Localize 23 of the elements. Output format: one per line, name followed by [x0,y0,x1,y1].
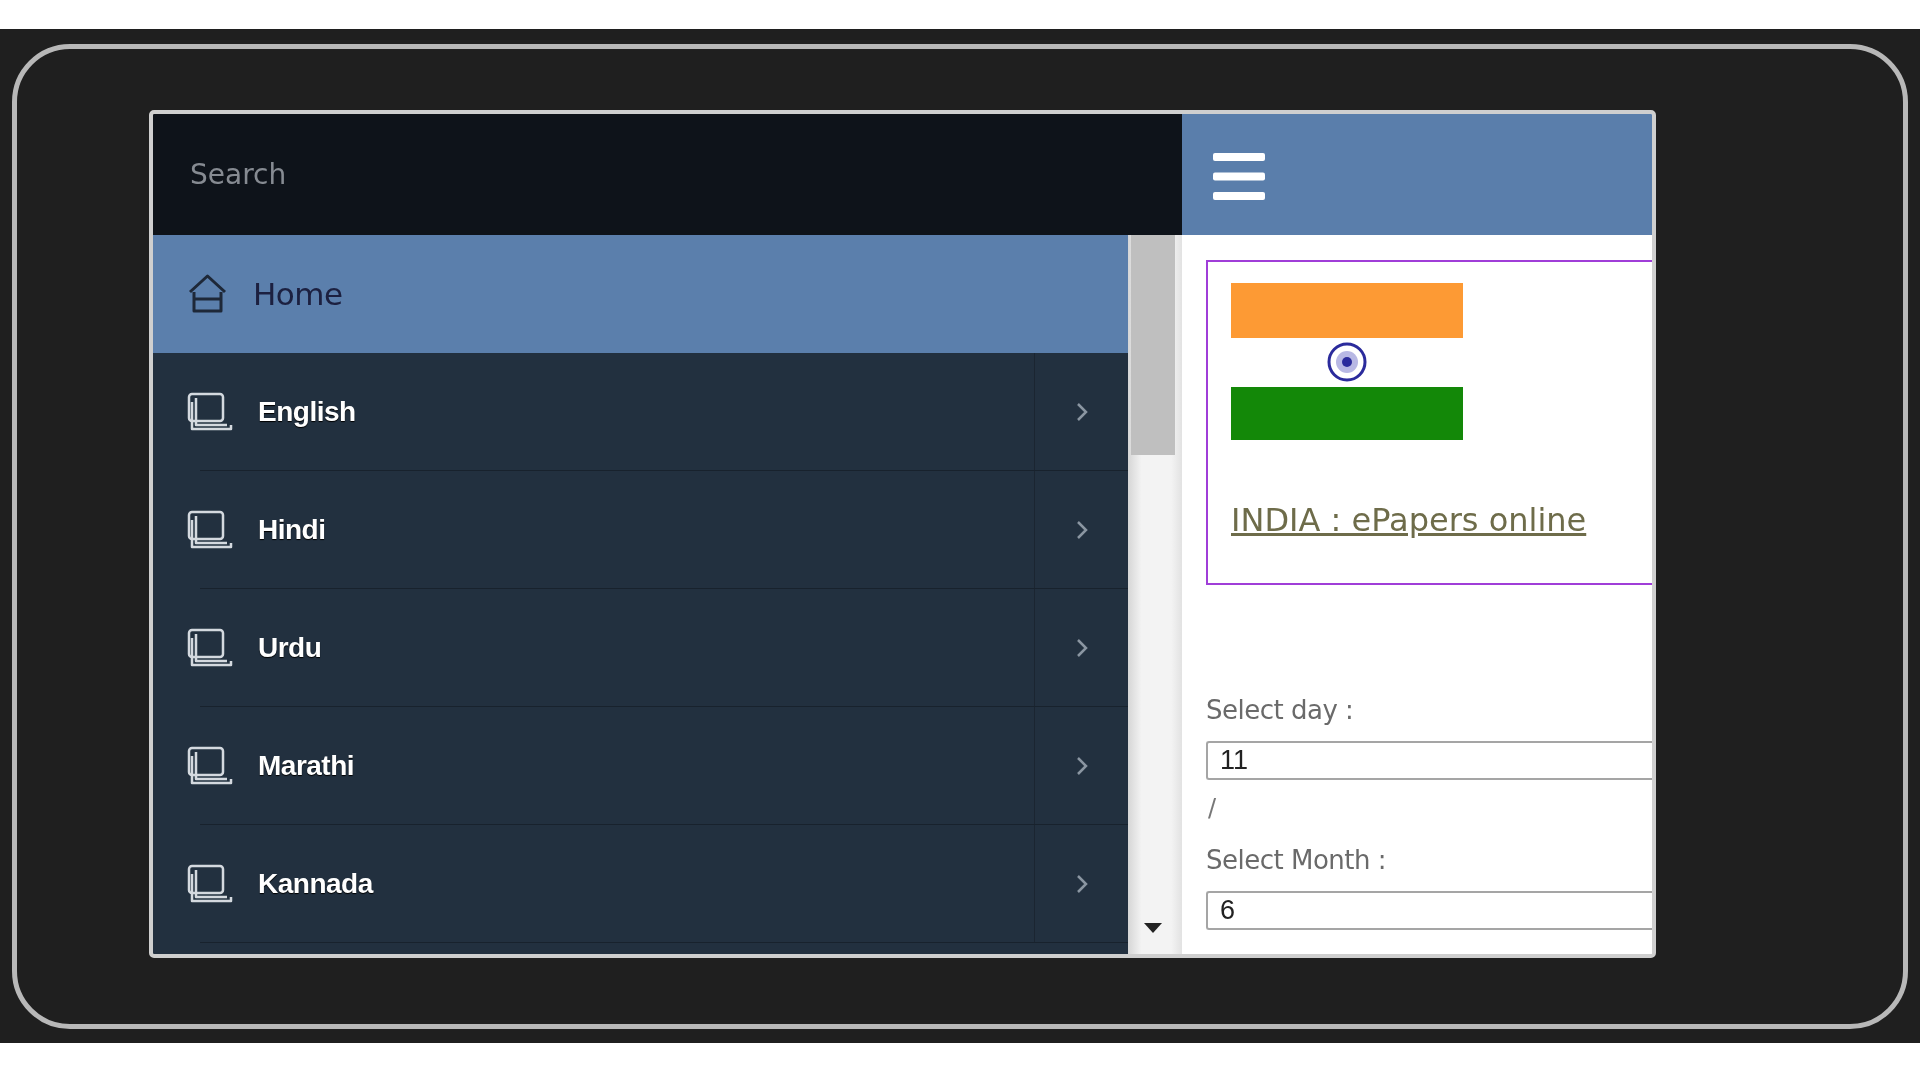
field-label: Select Month : [1206,844,1387,877]
menu-icon[interactable] [1213,153,1265,200]
chevron-right-icon [1075,755,1088,776]
stacked-windows-icon [187,392,233,431]
scrollbar[interactable] [1128,235,1182,954]
chevron-right-icon [1075,873,1088,894]
search-field[interactable]: Search [153,114,1182,235]
input-field[interactable]: 6 [1206,891,1652,930]
field-label: Select day : [1206,694,1355,727]
input-field[interactable]: 11 [1206,741,1652,780]
stacked-windows-icon [187,864,233,903]
home-icon [187,274,228,313]
stacked-windows-icon [187,628,233,667]
stacked-windows-icon [187,510,233,549]
chevron-right-icon [1075,401,1088,422]
scrollbar-thumb[interactable] [1131,235,1175,455]
banner-link[interactable]: INDIA : ePapers online [1231,500,1587,540]
chevron-right-icon [1075,519,1088,540]
date-separator: / [1207,793,1217,823]
caret-down-icon[interactable] [1144,923,1162,933]
chevron-right-icon [1075,637,1088,658]
stacked-windows-icon [187,746,233,785]
menu-item[interactable]: Home [153,235,1128,353]
